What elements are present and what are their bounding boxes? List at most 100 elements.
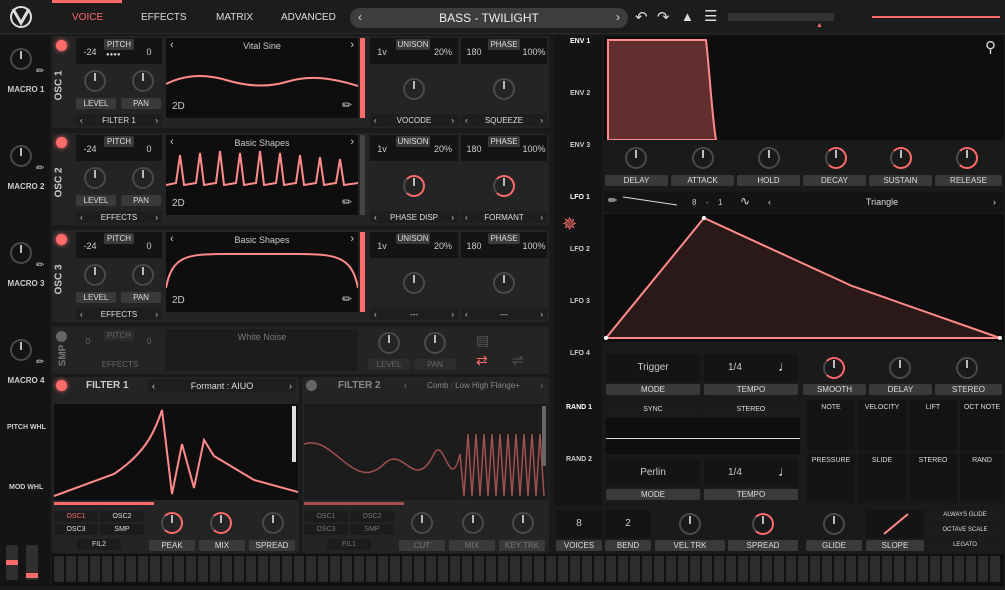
piano-key[interactable] (630, 556, 640, 582)
lfo-1-tab[interactable]: LFO 1 (570, 194, 590, 201)
mod-source-stereo[interactable]: STEREO (909, 453, 957, 503)
osc-3-prev-wave-icon[interactable]: ‹ (170, 233, 174, 245)
piano-key[interactable] (930, 556, 940, 582)
piano-key[interactable] (462, 556, 472, 582)
osc-1-mode1-select[interactable]: ‹ VOCODE › (370, 114, 458, 126)
filter-2-resonance-bar[interactable] (542, 406, 546, 466)
lfo-tempo-label[interactable]: TEMPO (704, 384, 798, 395)
voices-value[interactable]: 8 (556, 518, 602, 529)
filter-2-osc1-toggle[interactable]: OSC1 (304, 511, 348, 522)
filter-1-mix-knob[interactable] (210, 512, 232, 534)
osc-2-transpose[interactable]: -24 (80, 144, 100, 154)
piano-key[interactable] (198, 556, 208, 582)
piano-key[interactable] (210, 556, 220, 582)
piano-key[interactable] (810, 556, 820, 582)
mod-source-lift[interactable]: LIFT (909, 400, 957, 450)
mod-source-velocity[interactable]: VELOCITY (858, 400, 906, 450)
lfo-rate-b[interactable]: 1 (718, 198, 722, 207)
osc-3-next-wave-icon[interactable]: › (350, 233, 354, 245)
glide-label[interactable]: GLIDE (806, 540, 862, 551)
lfo-stereo-knob[interactable] (956, 357, 978, 379)
piano-key[interactable] (714, 556, 724, 582)
osc-3-level-button[interactable]: LEVEL (76, 292, 116, 303)
piano-key[interactable] (594, 556, 604, 582)
piano-key[interactable] (798, 556, 808, 582)
piano-key[interactable] (162, 556, 172, 582)
lfo-rate-a[interactable]: 8 (692, 198, 696, 207)
env-3-tab[interactable]: ENV 3 (570, 142, 590, 149)
lfo-smooth-label[interactable]: SMOOTH (803, 384, 866, 395)
osc-1-power-led[interactable] (56, 40, 67, 51)
piano-key[interactable] (726, 556, 736, 582)
osc-3-level-bar[interactable] (360, 232, 365, 312)
piano-key[interactable] (318, 556, 328, 582)
mod-source-pressure[interactable]: PRESSURE (807, 453, 855, 503)
macro-1-knob[interactable] (10, 48, 32, 70)
preset-selector[interactable]: ‹ BASS - TWILIGHT › (350, 8, 628, 28)
osc-1-unison-button[interactable]: UNISON (396, 39, 430, 50)
osc-1-phase-rand[interactable]: 100% (522, 47, 546, 57)
osc-2-mode2-knob[interactable] (493, 175, 515, 197)
filter-1-peak-knob[interactable] (161, 512, 183, 534)
filter-2-response-display[interactable] (304, 404, 548, 500)
piano-key[interactable] (966, 556, 976, 582)
voices-label[interactable]: VOICES (556, 540, 602, 551)
osc-2-phase-button[interactable]: PHASE (488, 136, 520, 147)
filter-1-smp-toggle[interactable]: SMP (100, 524, 144, 535)
osc-1-pan-button[interactable]: PAN (121, 98, 161, 109)
osc-3-mode1-select[interactable]: ‹ --- › (370, 308, 458, 320)
env-delay-label[interactable]: DELAY (605, 175, 668, 186)
osc-3-unison-button[interactable]: UNISON (396, 233, 430, 244)
osc-1-mode1-knob[interactable] (403, 78, 425, 100)
lfo-smooth-knob[interactable] (823, 357, 845, 379)
glide-knob[interactable] (823, 513, 845, 535)
tab-advanced[interactable]: ADVANCED (281, 12, 336, 23)
volume-meter[interactable] (728, 13, 834, 21)
osc-1-mode2-select[interactable]: ‹ SQUEEZE › (461, 114, 547, 126)
osc-3-voices[interactable]: 1v (374, 241, 390, 251)
bend-value[interactable]: 2 (605, 518, 651, 529)
piano-key[interactable] (546, 556, 556, 582)
osc-2-unison-button[interactable]: UNISON (396, 136, 430, 147)
mod-source-rand[interactable]: RAND (960, 453, 1004, 503)
macro-4-edit-icon[interactable]: ✏ (36, 357, 44, 368)
osc-3-tune[interactable]: 0 (142, 241, 156, 251)
smp-level-button[interactable]: LEVEL (368, 359, 410, 370)
osc-3-level-knob[interactable] (84, 264, 106, 286)
piano-key[interactable] (942, 556, 952, 582)
rand-tempo-label[interactable]: TEMPO (704, 489, 798, 500)
env-release-knob[interactable] (956, 147, 978, 169)
macro-3-edit-icon[interactable]: ✏ (36, 260, 44, 271)
env-decay-label[interactable]: DECAY (803, 175, 866, 186)
osc-2-mode2-select[interactable]: ‹ FORMANT › (461, 211, 547, 223)
lfo-stereo-label[interactable]: STEREO (935, 384, 1002, 395)
smp-random-icon[interactable]: ⇌ (512, 352, 524, 369)
piano-key[interactable] (354, 556, 364, 582)
legato-toggle[interactable]: LEGATO (928, 540, 1002, 551)
rand-tempo-value[interactable]: 1/4 (728, 467, 742, 478)
filter-1-type-select[interactable]: ‹ Formant : AIUO › (148, 379, 296, 392)
env-1-tab[interactable]: ENV 1 (570, 38, 590, 45)
osc-2-dest-select[interactable]: ‹ EFFECTS › (76, 211, 162, 223)
osc-1-level-knob[interactable] (84, 70, 106, 92)
filter-2-keytrk-label[interactable]: KEY TRK (499, 540, 545, 551)
piano-key[interactable] (402, 556, 412, 582)
osc-1-transpose[interactable]: -24 (80, 47, 100, 57)
osc-1-tune[interactable]: 0 (142, 47, 156, 57)
env-decay-knob[interactable] (825, 147, 847, 169)
lfo-trigger-value[interactable]: Trigger (606, 362, 700, 373)
env-attack-knob[interactable] (692, 147, 714, 169)
tab-voice[interactable]: VOICE (72, 12, 103, 23)
filter-2-type-select[interactable]: ‹ Comb : Low High Flange+ › (400, 379, 547, 392)
env-attack-label[interactable]: ATTACK (671, 175, 734, 186)
filter-2-fil-toggle[interactable]: FIL1 (327, 539, 371, 550)
osc-3-pan-button[interactable]: PAN (121, 292, 161, 303)
smp-loop-icon[interactable]: ⇄ (476, 352, 488, 369)
smp-level-knob[interactable] (378, 332, 400, 354)
filter-1-mix-label[interactable]: MIX (199, 540, 245, 551)
mod-source-slide[interactable]: SLIDE (858, 453, 906, 503)
piano-key[interactable] (234, 556, 244, 582)
filter-2-mix-label[interactable]: MIX (449, 540, 495, 551)
piano-key[interactable] (186, 556, 196, 582)
mod-source-oct-note[interactable]: OCT NOTE (960, 400, 1004, 450)
